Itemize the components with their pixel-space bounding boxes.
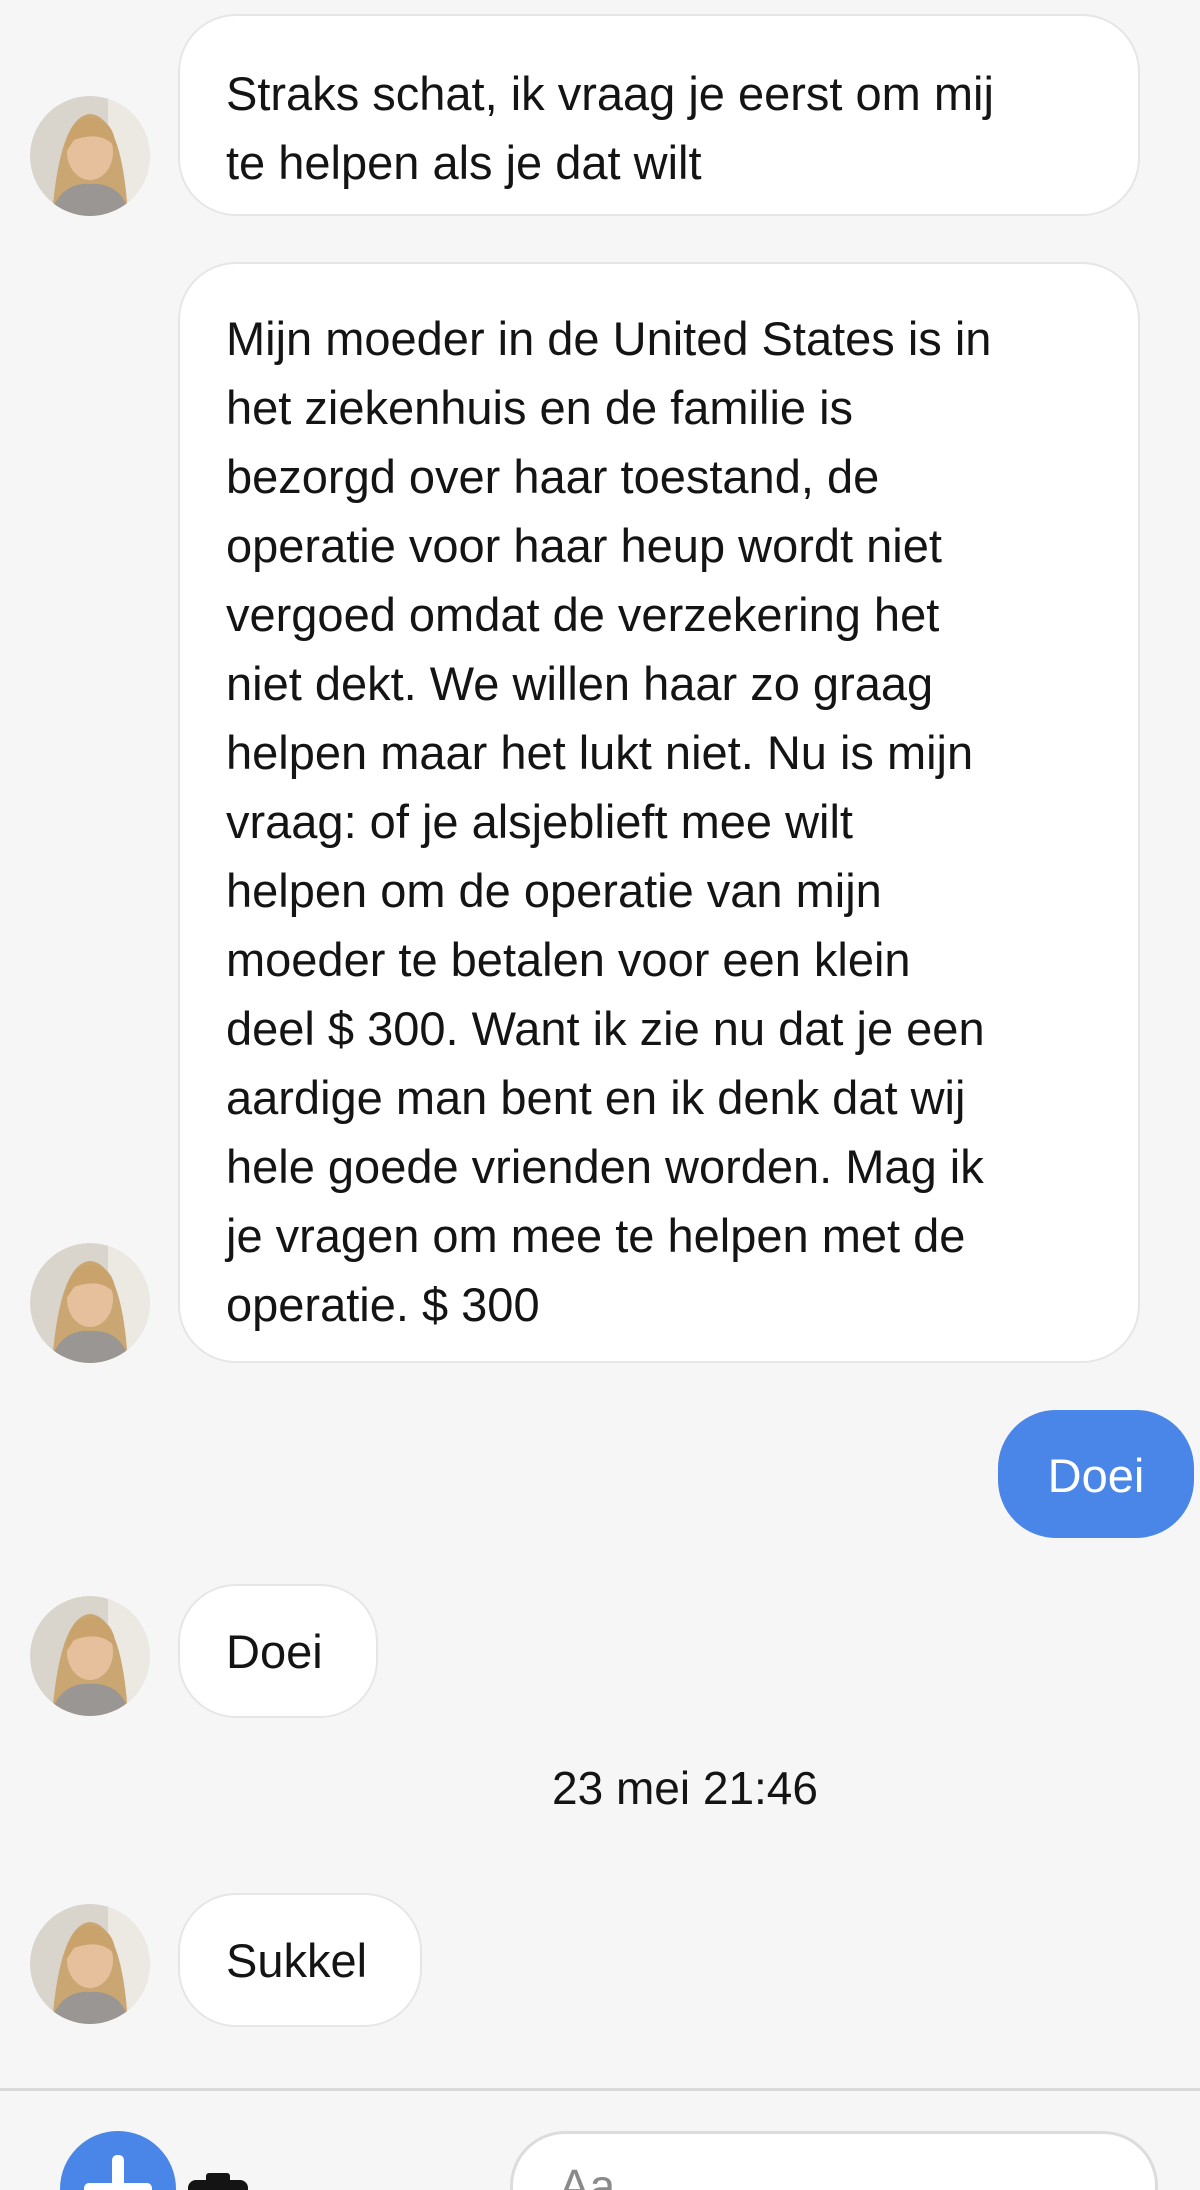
message-thread[interactable]: Straks schat, ik vraag je eerst om mij t… [0,0,1200,2088]
outgoing-message-bubble[interactable]: Doei [998,1410,1194,1538]
message-composer [0,2088,1200,2190]
incoming-message-bubble[interactable]: Sukkel [178,1893,422,2027]
contact-avatar[interactable] [30,1243,150,1363]
contact-avatar[interactable] [30,1596,150,1716]
incoming-message-bubble[interactable]: Mijn moeder in de United States is in he… [178,262,1140,1363]
incoming-message-bubble[interactable]: Straks schat, ik vraag je eerst om mij t… [178,14,1140,216]
contact-avatar[interactable] [30,96,150,216]
camera-button[interactable] [188,2173,252,2190]
message-input[interactable] [510,2131,1158,2190]
add-attachment-button[interactable] [60,2131,176,2190]
contact-avatar[interactable] [30,1904,150,2024]
plus-icon [84,2155,152,2190]
incoming-message-bubble[interactable]: Doei [178,1584,378,1718]
camera-icon [188,2173,248,2190]
message-timestamp: 23 mei 21:46 [552,1762,818,1814]
